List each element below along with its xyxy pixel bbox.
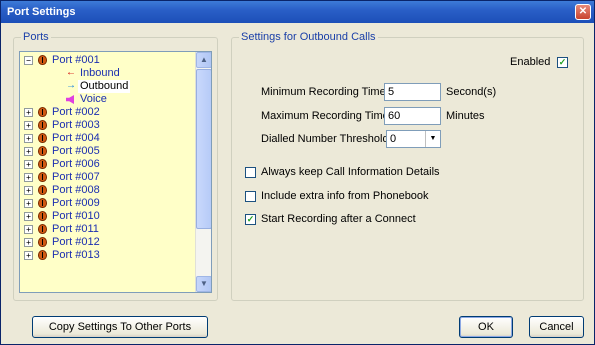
port-icon <box>38 172 47 182</box>
max-recording-input[interactable]: 60 <box>384 107 441 125</box>
tree-port-item[interactable]: + Port #005 <box>20 145 196 158</box>
ok-button[interactable]: OK <box>459 316 513 338</box>
tree-item-label: Port #005 <box>52 145 100 157</box>
dialled-threshold-value: 0 <box>390 133 397 145</box>
option-checkbox[interactable] <box>245 167 256 178</box>
tree-port-item[interactable]: + Port #003 <box>20 119 196 132</box>
expand-icon[interactable]: + <box>24 134 33 143</box>
port-icon <box>38 55 47 65</box>
option-checkbox[interactable]: ✓ <box>245 214 256 225</box>
port-icon <box>38 120 47 130</box>
tree-port-item[interactable]: + Port #010 <box>20 210 196 223</box>
cancel-button[interactable]: Cancel <box>529 316 584 338</box>
tree-item-label: Port #002 <box>52 106 100 118</box>
expand-icon[interactable]: + <box>24 238 33 247</box>
tree-item-label: Port #008 <box>52 184 100 196</box>
tree-port-item[interactable]: + Port #009 <box>20 197 196 210</box>
scroll-up-button[interactable]: ▲ <box>196 52 211 68</box>
tree-port-item[interactable]: + Port #012 <box>20 236 196 249</box>
tree-item-label: Port #010 <box>52 210 100 222</box>
collapse-icon[interactable]: − <box>24 56 33 65</box>
tree-item-label: Voice <box>80 93 107 105</box>
tree-item-label: Port #003 <box>52 119 100 131</box>
tree-port-item[interactable]: + Port #006 <box>20 158 196 171</box>
port-icon <box>38 237 47 247</box>
enabled-label: Enabled <box>510 56 551 68</box>
port-icon <box>38 224 47 234</box>
copy-settings-button[interactable]: Copy Settings To Other Ports <box>32 316 208 338</box>
tree-child-item[interactable]: ← Inbound <box>20 67 196 80</box>
tree-port-item[interactable]: + Port #013 <box>20 249 196 262</box>
tree-scrollbar[interactable]: ▲ ▼ <box>195 52 211 292</box>
port-icon <box>38 107 47 117</box>
min-recording-unit: Second(s) <box>446 86 497 98</box>
tree-port-item[interactable]: + Port #008 <box>20 184 196 197</box>
expand-icon[interactable]: + <box>24 108 33 117</box>
max-recording-label: Maximum Recording Time <box>261 110 389 122</box>
tree-item-label: Outbound <box>78 80 131 93</box>
expand-icon[interactable]: + <box>24 147 33 156</box>
expand-icon[interactable]: + <box>24 160 33 169</box>
expand-icon[interactable]: + <box>24 199 33 208</box>
tree-child-item[interactable]: → Outbound <box>20 80 196 93</box>
option-label[interactable]: Include extra info from Phonebook <box>261 190 429 202</box>
dropdown-arrow-icon[interactable]: ▼ <box>425 131 440 147</box>
dialled-threshold-select[interactable]: 0 ▼ <box>386 130 441 148</box>
speaker-icon <box>66 95 74 104</box>
port-icon <box>38 198 47 208</box>
option-checkbox[interactable] <box>245 191 256 202</box>
expand-icon[interactable]: + <box>24 173 33 182</box>
tree-port-item[interactable]: − Port #001 <box>20 54 196 67</box>
expand-icon[interactable]: + <box>24 212 33 221</box>
port-settings-window: Port Settings ✕ Ports − Port #001 ← Inbound… <box>0 0 595 345</box>
title-bar[interactable]: Port Settings ✕ <box>1 1 594 23</box>
tree-port-item[interactable]: + Port #004 <box>20 132 196 145</box>
port-icon <box>38 185 47 195</box>
expand-icon[interactable]: + <box>24 186 33 195</box>
ports-legend: Ports <box>21 31 51 43</box>
max-recording-unit: Minutes <box>446 110 485 122</box>
option-label[interactable]: Always keep Call Information Details <box>261 166 440 178</box>
tree-item-label: Port #012 <box>52 236 100 248</box>
tree-item-label: Port #009 <box>52 197 100 209</box>
arrow-right-icon: → <box>66 80 76 91</box>
tree-child-item[interactable]: Voice <box>20 93 196 106</box>
port-icon <box>38 211 47 221</box>
port-icon <box>38 250 47 260</box>
ports-tree[interactable]: − Port #001 ← Inbound → Outbound Voice + Port #0… <box>19 51 212 293</box>
tree-item-label: Port #011 <box>52 223 99 235</box>
expand-icon[interactable]: + <box>24 225 33 234</box>
tree-item-label: Port #013 <box>52 249 100 261</box>
close-button[interactable]: ✕ <box>575 4 591 20</box>
port-icon <box>38 159 47 169</box>
expand-icon[interactable]: + <box>24 121 33 130</box>
tree-item-label: Port #004 <box>52 132 100 144</box>
min-recording-input[interactable]: 5 <box>384 83 441 101</box>
tree-item-label: Inbound <box>80 67 120 79</box>
tree-content: − Port #001 ← Inbound → Outbound Voice + Port #0… <box>20 54 196 262</box>
port-icon <box>38 133 47 143</box>
port-icon <box>38 146 47 156</box>
arrow-left-icon: ← <box>66 67 76 78</box>
tree-item-label: Port #007 <box>52 171 100 183</box>
window-title: Port Settings <box>7 6 76 18</box>
expand-icon[interactable]: + <box>24 251 33 260</box>
tree-port-item[interactable]: + Port #002 <box>20 106 196 119</box>
option-label[interactable]: Start Recording after a Connect <box>261 213 416 225</box>
tree-port-item[interactable]: + Port #011 <box>20 223 196 236</box>
enabled-checkbox[interactable]: ✓ <box>557 57 568 68</box>
min-recording-label: Minimum Recording Time <box>261 86 386 98</box>
dialled-threshold-label: Dialled Number Threshold <box>261 133 389 145</box>
scroll-thumb[interactable] <box>196 69 211 229</box>
tree-item-label: Port #006 <box>52 158 100 170</box>
settings-legend: Settings for Outbound Calls <box>239 31 378 43</box>
tree-port-item[interactable]: + Port #007 <box>20 171 196 184</box>
scroll-down-button[interactable]: ▼ <box>196 276 211 292</box>
